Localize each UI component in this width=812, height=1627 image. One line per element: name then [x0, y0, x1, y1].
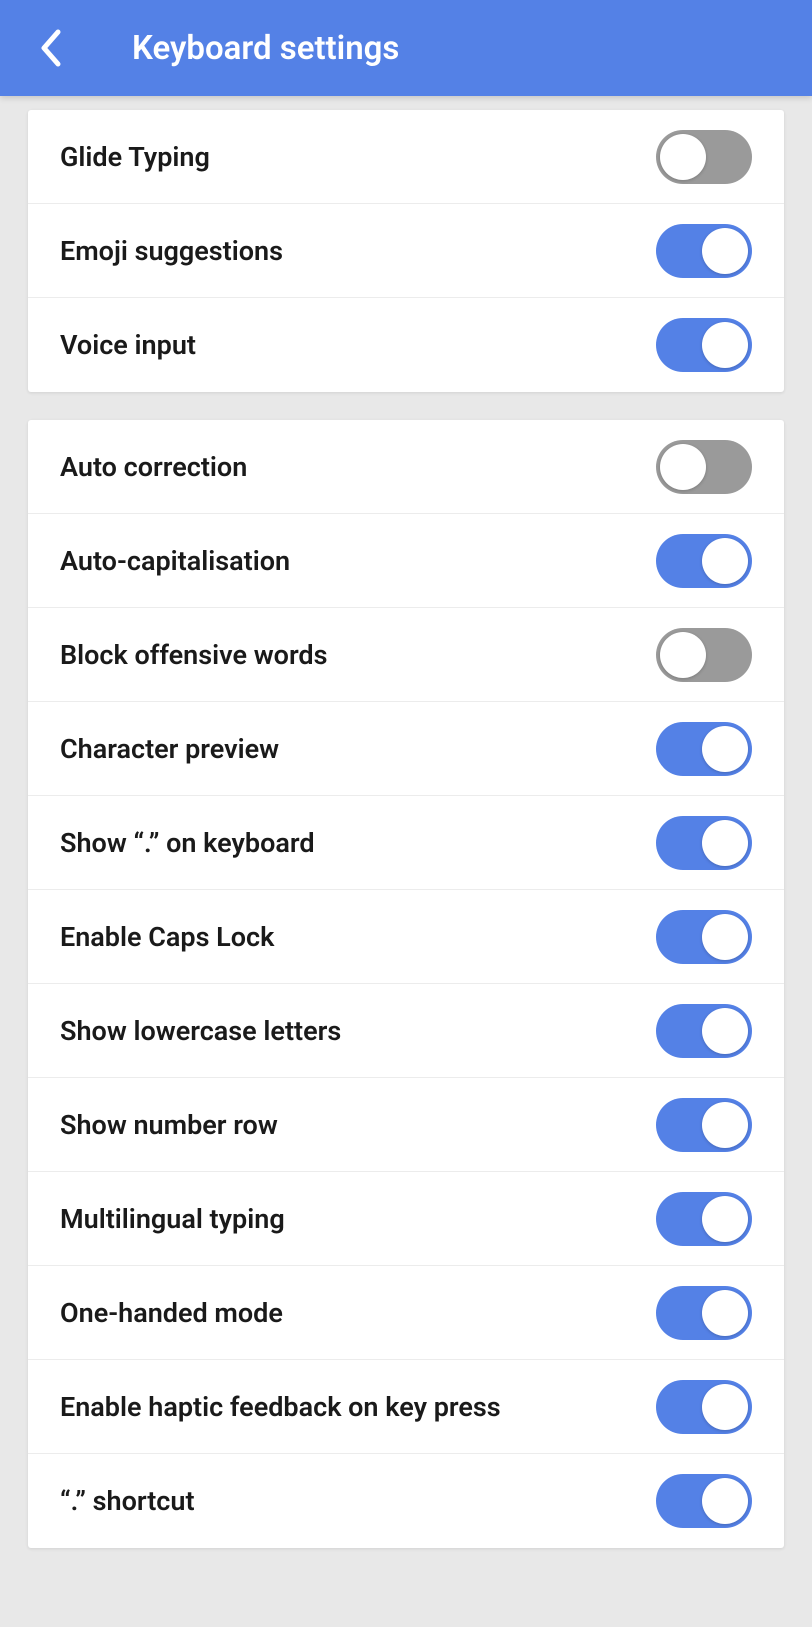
setting-row-character-preview[interactable]: Character preview — [28, 702, 784, 796]
setting-row-emoji-suggestions[interactable]: Emoji suggestions — [28, 204, 784, 298]
toggle-knob — [660, 444, 706, 490]
chevron-left-icon — [36, 28, 64, 68]
setting-label: Show “.” on keyboard — [60, 827, 315, 859]
back-button[interactable] — [20, 18, 80, 78]
setting-label: Voice input — [60, 329, 196, 361]
setting-row-enable-haptic-feedback[interactable]: Enable haptic feedback on key press — [28, 1360, 784, 1454]
toggle-knob — [702, 1008, 748, 1054]
toggle-show-number-row[interactable] — [656, 1098, 752, 1152]
toggle-enable-haptic-feedback[interactable] — [656, 1380, 752, 1434]
setting-label: Auto correction — [60, 451, 247, 483]
setting-label: “.” shortcut — [60, 1485, 195, 1517]
setting-row-enable-caps-lock[interactable]: Enable Caps Lock — [28, 890, 784, 984]
setting-row-show-period-on-keyboard[interactable]: Show “.” on keyboard — [28, 796, 784, 890]
toggle-knob — [702, 914, 748, 960]
toggle-knob — [702, 228, 748, 274]
setting-label: Block offensive words — [60, 639, 328, 671]
setting-label: Enable Caps Lock — [60, 921, 274, 953]
settings-group-1: Glide Typing Emoji suggestions Voice inp… — [28, 110, 784, 392]
toggle-knob — [702, 1102, 748, 1148]
toggle-knob — [702, 322, 748, 368]
toggle-block-offensive-words[interactable] — [656, 628, 752, 682]
setting-row-block-offensive-words[interactable]: Block offensive words — [28, 608, 784, 702]
toggle-knob — [702, 538, 748, 584]
setting-label: Character preview — [60, 733, 279, 765]
toggle-auto-capitalisation[interactable] — [656, 534, 752, 588]
toggle-multilingual-typing[interactable] — [656, 1192, 752, 1246]
setting-row-period-shortcut[interactable]: “.” shortcut — [28, 1454, 784, 1548]
toggle-knob — [702, 1196, 748, 1242]
toggle-glide-typing[interactable] — [656, 130, 752, 184]
page-title: Keyboard settings — [132, 29, 399, 68]
setting-row-voice-input[interactable]: Voice input — [28, 298, 784, 392]
setting-row-multilingual-typing[interactable]: Multilingual typing — [28, 1172, 784, 1266]
settings-content: Glide Typing Emoji suggestions Voice inp… — [0, 96, 812, 1590]
setting-label: One-handed mode — [60, 1297, 283, 1329]
setting-label: Glide Typing — [60, 141, 210, 173]
setting-row-glide-typing[interactable]: Glide Typing — [28, 110, 784, 204]
toggle-knob — [702, 1290, 748, 1336]
setting-label: Auto-capitalisation — [60, 545, 290, 577]
toggle-show-lowercase-letters[interactable] — [656, 1004, 752, 1058]
toggle-character-preview[interactable] — [656, 722, 752, 776]
toggle-knob — [702, 726, 748, 772]
setting-label: Show number row — [60, 1109, 278, 1141]
setting-label: Multilingual typing — [60, 1203, 285, 1235]
setting-label: Show lowercase letters — [60, 1015, 341, 1047]
setting-row-show-lowercase-letters[interactable]: Show lowercase letters — [28, 984, 784, 1078]
toggle-auto-correction[interactable] — [656, 440, 752, 494]
toggle-knob — [702, 1384, 748, 1430]
toggle-period-shortcut[interactable] — [656, 1474, 752, 1528]
toggle-emoji-suggestions[interactable] — [656, 224, 752, 278]
toggle-enable-caps-lock[interactable] — [656, 910, 752, 964]
toggle-one-handed-mode[interactable] — [656, 1286, 752, 1340]
setting-row-auto-capitalisation[interactable]: Auto-capitalisation — [28, 514, 784, 608]
toggle-knob — [702, 1478, 748, 1524]
setting-row-auto-correction[interactable]: Auto correction — [28, 420, 784, 514]
toggle-voice-input[interactable] — [656, 318, 752, 372]
header: Keyboard settings — [0, 0, 812, 96]
toggle-knob — [702, 820, 748, 866]
setting-row-show-number-row[interactable]: Show number row — [28, 1078, 784, 1172]
setting-row-one-handed-mode[interactable]: One-handed mode — [28, 1266, 784, 1360]
settings-group-2: Auto correction Auto-capitalisation Bloc… — [28, 420, 784, 1548]
setting-label: Emoji suggestions — [60, 235, 283, 267]
toggle-knob — [660, 632, 706, 678]
setting-label: Enable haptic feedback on key press — [60, 1391, 501, 1423]
toggle-show-period-on-keyboard[interactable] — [656, 816, 752, 870]
toggle-knob — [660, 134, 706, 180]
